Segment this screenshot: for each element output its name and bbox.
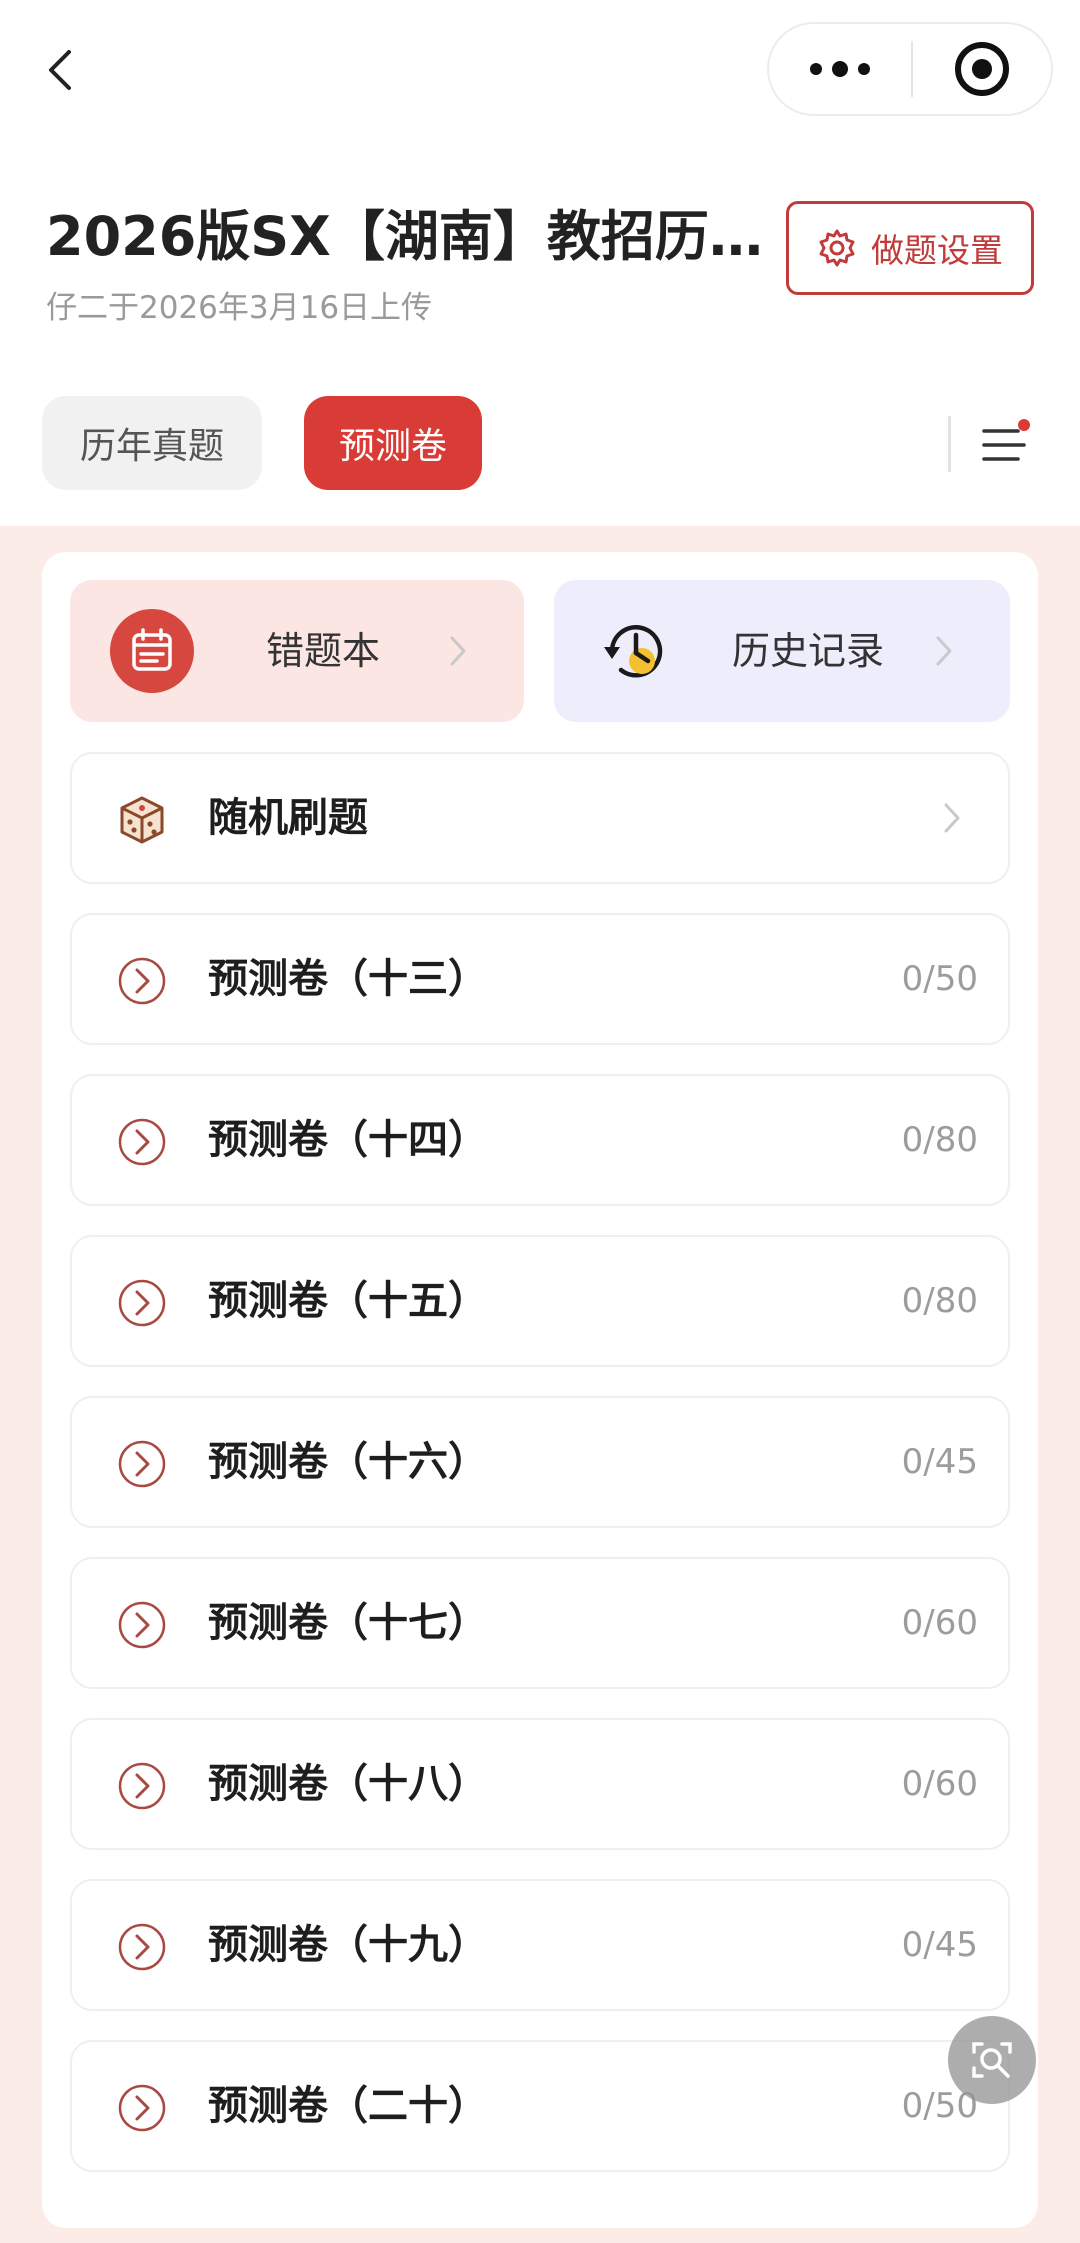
chevron-right-icon — [438, 631, 478, 671]
calendar-icon — [110, 609, 194, 693]
paper-row[interactable]: 预测卷（十六） 0/45 — [70, 1396, 1010, 1528]
paper-progress: 0/45 — [901, 1442, 978, 1482]
history-button[interactable]: 历史记录 — [554, 580, 1010, 722]
paper-title: 预测卷（十七） — [208, 1600, 488, 1646]
play-circle-icon — [116, 2082, 168, 2134]
play-circle-icon — [116, 1599, 168, 1651]
paper-row[interactable]: 预测卷（十九） 0/45 — [70, 1879, 1010, 2011]
paper-progress: 0/60 — [901, 1764, 978, 1804]
paper-row[interactable]: 预测卷（十四） 0/80 — [70, 1074, 1010, 1206]
paper-row[interactable]: 预测卷（十五） 0/80 — [70, 1235, 1010, 1367]
settings-label: 做题设置 — [871, 231, 1003, 270]
paper-progress: 0/80 — [901, 1281, 978, 1321]
wrong-questions-label: 错题本 — [266, 629, 381, 673]
chevron-right-icon — [932, 798, 972, 838]
dice-icon — [116, 794, 168, 846]
lens-search-icon — [972, 2042, 1012, 2078]
random-practice-label: 随机刷题 — [208, 795, 368, 841]
paper-title: 预测卷（十四） — [208, 1117, 488, 1163]
menu-button[interactable] — [964, 406, 1044, 484]
paper-row[interactable]: 预测卷（二十） 0/50 — [70, 2040, 1010, 2172]
paper-progress: 0/45 — [901, 1925, 978, 1965]
paper-progress: 0/50 — [901, 959, 978, 999]
paper-title: 预测卷（十六） — [208, 1439, 488, 1485]
more-button[interactable] — [769, 24, 911, 114]
paper-title: 预测卷（十五） — [208, 1278, 488, 1324]
notification-dot — [1018, 419, 1030, 431]
tab-past-papers[interactable]: 历年真题 — [42, 396, 262, 490]
play-circle-icon — [116, 1116, 168, 1168]
back-button[interactable] — [30, 40, 90, 100]
paper-title: 预测卷（十八） — [208, 1761, 488, 1807]
paper-title: 预测卷（十三） — [208, 956, 488, 1002]
settings-button[interactable]: 做题设置 — [786, 201, 1034, 295]
paper-row[interactable]: 预测卷（十七） 0/60 — [70, 1557, 1010, 1689]
play-circle-icon — [116, 1277, 168, 1329]
more-dots-icon — [810, 61, 870, 77]
image-search-button[interactable] — [948, 2016, 1036, 2104]
menu-divider — [948, 416, 951, 472]
random-practice-row[interactable]: 随机刷题 — [70, 752, 1010, 884]
close-button[interactable] — [913, 24, 1051, 114]
play-circle-icon — [116, 1438, 168, 1490]
chevron-left-icon — [49, 50, 71, 90]
paper-progress: 0/60 — [901, 1603, 978, 1643]
target-close-icon — [955, 42, 1009, 96]
tab-predict-papers[interactable]: 预测卷 — [304, 396, 482, 490]
play-circle-icon — [116, 955, 168, 1007]
gear-icon — [819, 229, 855, 267]
menu-list-icon — [982, 419, 1030, 461]
history-label: 历史记录 — [732, 629, 885, 673]
upload-info: 仔二于2026年3月16日上传 — [46, 290, 433, 326]
wrong-questions-button[interactable]: 错题本 — [70, 580, 524, 722]
mini-program-capsule — [767, 22, 1053, 116]
paper-row[interactable]: 预测卷（十八） 0/60 — [70, 1718, 1010, 1850]
paper-title: 预测卷（十九） — [208, 1922, 488, 1968]
play-circle-icon — [116, 1760, 168, 1812]
chevron-right-icon — [924, 631, 964, 671]
paper-row[interactable]: 预测卷（十三） 0/50 — [70, 913, 1010, 1045]
play-circle-icon — [116, 1921, 168, 1973]
paper-title: 预测卷（二十） — [208, 2083, 488, 2129]
page-title: 2026版SX【湖南】教招历年真题 — [46, 205, 766, 268]
history-clock-icon — [594, 609, 678, 693]
paper-progress: 0/80 — [901, 1120, 978, 1160]
